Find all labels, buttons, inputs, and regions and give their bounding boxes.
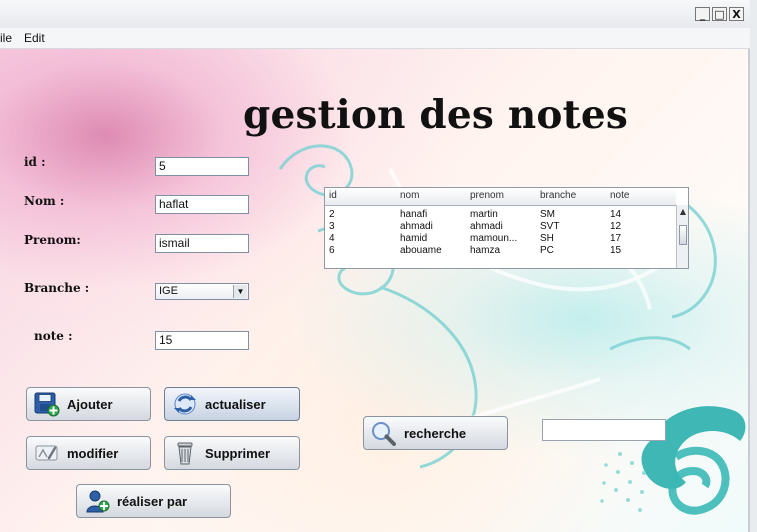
notes-table[interactable]: id nom prenom branche note 2 hanafi mart… [324, 187, 689, 269]
id-label: id : [24, 155, 46, 169]
nom-field[interactable]: haflat [155, 195, 249, 214]
id-field[interactable]: 5 [155, 157, 249, 176]
floppy-add-icon [31, 390, 63, 418]
table-cell: 12 [610, 221, 622, 232]
table-row[interactable]: 3 ahmadi ahmadi SVT 12 [325, 221, 676, 233]
column-header-id[interactable]: id [329, 190, 337, 201]
table-cell: 14 [610, 209, 622, 220]
realiser-par-button[interactable]: réaliser par [76, 484, 231, 518]
close-button[interactable]: X [729, 7, 744, 21]
nom-label: Nom : [24, 194, 65, 208]
table-header: id nom prenom branche note [325, 188, 676, 206]
table-row[interactable]: 4 hamid mamoun... SH 17 [325, 233, 676, 245]
supprimer-button[interactable]: Supprimer [164, 436, 300, 470]
maximize-button[interactable]: □ [712, 7, 727, 21]
table-cell: PC [540, 245, 554, 256]
user-add-icon [81, 487, 113, 515]
table-cell: SM [540, 209, 555, 220]
note-field[interactable]: 15 [155, 331, 249, 350]
table-row[interactable]: 2 hanafi martin SM 14 [325, 209, 676, 221]
title-bar: _ □ X [0, 0, 750, 29]
ajouter-label: Ajouter [67, 396, 113, 412]
table-cell: ahmadi [400, 221, 433, 232]
table-cell: SH [540, 233, 554, 244]
table-cell: 15 [610, 245, 622, 256]
table-cell: hamid [400, 233, 428, 244]
app-window: _ □ X ile Edit gestion des notes id: 5 … [0, 0, 750, 532]
table-cell: SVT [540, 221, 560, 232]
realiser-par-label: réaliser par [117, 493, 188, 509]
table-cell: 4 [329, 233, 335, 244]
page-title: gestion des notes [243, 92, 628, 138]
scrollbar-thumb[interactable] [679, 225, 687, 245]
table-cell: abouame [400, 245, 442, 256]
edit-icon [31, 439, 63, 467]
branche-selected-value: IGE [159, 285, 178, 297]
table-cell: 6 [329, 245, 335, 256]
chevron-down-icon[interactable]: ▼ [233, 285, 247, 298]
main-panel: gestion des notes id : 5 Nom : haflat Pr… [0, 49, 748, 532]
ajouter-button[interactable]: Ajouter [26, 387, 151, 421]
menu-bar: ile Edit [0, 28, 750, 49]
branche-label: Branche : [24, 281, 90, 295]
trash-icon [169, 439, 201, 467]
table-cell: 3 [329, 221, 335, 232]
actualiser-label: actualiser [205, 396, 266, 412]
prenom-field[interactable]: ismail [155, 234, 249, 253]
table-cell: 17 [610, 233, 622, 244]
table-scrollbar[interactable]: ▲ [676, 205, 688, 268]
table-cell: ahmadi [470, 221, 503, 232]
note-label: note : [34, 329, 73, 343]
actualiser-button[interactable]: actualiser [164, 387, 300, 421]
table-cell: 2 [329, 209, 335, 220]
search-input[interactable] [542, 419, 666, 441]
window-controls: _ □ X [695, 7, 744, 21]
table-row[interactable]: 6 abouame hamza PC 15 [325, 245, 676, 257]
supprimer-label: Supprimer [205, 445, 271, 461]
prenom-label: Prenom: [24, 233, 81, 247]
minimize-button[interactable]: _ [695, 7, 710, 21]
table-cell: martin [470, 209, 498, 220]
magnifier-icon [368, 419, 400, 447]
refresh-icon [169, 390, 201, 418]
modifier-button[interactable]: modifier [26, 436, 151, 470]
menu-edit[interactable]: Edit [24, 31, 45, 45]
menu-file[interactable]: ile [0, 31, 12, 45]
recherche-button[interactable]: recherche [363, 416, 508, 450]
modifier-label: modifier [67, 445, 119, 461]
table-cell: mamoun... [470, 233, 518, 244]
branche-select[interactable]: IGE ▼ [155, 283, 249, 300]
scroll-up-icon[interactable]: ▲ [678, 206, 688, 216]
table-cell: hamza [470, 245, 501, 256]
column-header-branche[interactable]: branche [540, 190, 576, 201]
column-header-note[interactable]: note [610, 190, 629, 201]
table-cell: hanafi [400, 209, 428, 220]
column-header-prenom[interactable]: prenom [470, 190, 504, 201]
recherche-label: recherche [404, 425, 467, 441]
column-header-nom[interactable]: nom [400, 190, 419, 201]
